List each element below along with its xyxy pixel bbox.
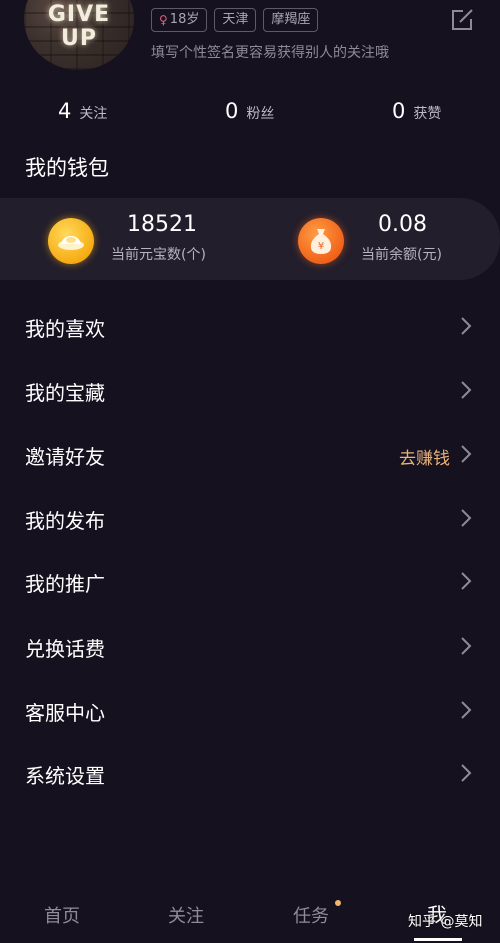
chevron-right-icon bbox=[461, 509, 472, 527]
following-label: 关注 bbox=[79, 106, 108, 122]
menu-settings[interactable]: 系统设置 bbox=[0, 744, 500, 804]
ingot-label: 当前元宝数(个) bbox=[111, 247, 206, 263]
zodiac-tag: 摩羯座 bbox=[263, 8, 319, 32]
menu-label: 系统设置 bbox=[25, 764, 105, 788]
avatar-text-line1: GIVE bbox=[47, 2, 111, 27]
city-tag: 天津 bbox=[214, 8, 257, 32]
menu-label: 我的宝藏 bbox=[25, 381, 105, 405]
watermark: 知乎 @莫知 bbox=[408, 914, 483, 930]
ingot-value[interactable]: 18521 bbox=[127, 212, 197, 237]
menu-label: 我的发布 bbox=[25, 509, 105, 533]
stat-likes[interactable]: 0 获赞 bbox=[392, 99, 441, 123]
menu-my-posts[interactable]: 我的发布 bbox=[0, 489, 500, 549]
zodiac-tag-label: 摩羯座 bbox=[271, 12, 311, 27]
avatar[interactable]: GIVE UP bbox=[24, 0, 134, 70]
following-count: 4 bbox=[58, 99, 72, 123]
menu-label: 兑换话费 bbox=[25, 637, 105, 661]
menu-label: 我的推广 bbox=[25, 572, 105, 596]
money-bag-icon: ¥ bbox=[298, 218, 344, 264]
stat-fans[interactable]: 0 粉丝 bbox=[225, 99, 274, 123]
menu-my-treasures[interactable]: 我的宝藏 bbox=[0, 361, 500, 421]
money-bag-shape-icon: ¥ bbox=[310, 229, 332, 254]
profile-tags: ♀ 18岁 天津 摩羯座 bbox=[151, 8, 319, 32]
chevron-right-icon bbox=[461, 637, 472, 655]
city-tag-label: 天津 bbox=[222, 12, 249, 27]
menu-my-promotion[interactable]: 我的推广 bbox=[0, 552, 500, 612]
edit-icon[interactable] bbox=[450, 6, 476, 32]
menu-phone-credit[interactable]: 兑换话费 bbox=[0, 617, 500, 677]
wallet-title: 我的钱包 bbox=[25, 156, 109, 180]
fans-count: 0 bbox=[225, 99, 239, 123]
chevron-right-icon bbox=[461, 317, 472, 335]
chevron-right-icon bbox=[461, 381, 472, 399]
ingot-icon bbox=[48, 218, 94, 264]
chevron-right-icon bbox=[461, 701, 472, 719]
chevron-right-icon bbox=[461, 445, 472, 463]
age-tag-label: 18岁 bbox=[169, 12, 200, 27]
menu-customer-service[interactable]: 客服中心 bbox=[0, 681, 500, 741]
tab-home[interactable]: 首页 bbox=[44, 902, 80, 928]
balance-value[interactable]: 0.08 bbox=[378, 212, 427, 237]
active-tab-indicator bbox=[414, 938, 462, 941]
stat-following[interactable]: 4 关注 bbox=[58, 99, 107, 123]
tab-tasks[interactable]: 任务 bbox=[293, 902, 329, 928]
menu-label: 我的喜欢 bbox=[25, 317, 105, 341]
earn-money-link[interactable]: 去赚钱 bbox=[399, 444, 450, 469]
menu-label: 邀请好友 bbox=[25, 445, 105, 469]
female-icon: ♀ bbox=[159, 13, 168, 27]
svg-text:¥: ¥ bbox=[318, 241, 324, 252]
balance-label: 当前余额(元) bbox=[361, 247, 442, 263]
fans-label: 粉丝 bbox=[246, 106, 275, 122]
tab-following[interactable]: 关注 bbox=[168, 902, 204, 928]
menu-my-likes[interactable]: 我的喜欢 bbox=[0, 297, 500, 357]
menu-label: 客服中心 bbox=[25, 701, 105, 725]
menu-invite-friends[interactable]: 邀请好友 去赚钱 bbox=[0, 425, 500, 485]
avatar-text-line2: UP bbox=[61, 26, 97, 51]
likes-count: 0 bbox=[392, 99, 406, 123]
likes-label: 获赞 bbox=[413, 106, 442, 122]
chevron-right-icon bbox=[461, 764, 472, 782]
chevron-right-icon bbox=[461, 572, 472, 590]
signature-prompt[interactable]: 填写个性签名更容易获得别人的关注哦 bbox=[151, 42, 389, 62]
tasks-badge-dot bbox=[335, 900, 341, 906]
age-tag: ♀ 18岁 bbox=[151, 8, 208, 32]
ingot-shape-icon bbox=[58, 236, 84, 250]
